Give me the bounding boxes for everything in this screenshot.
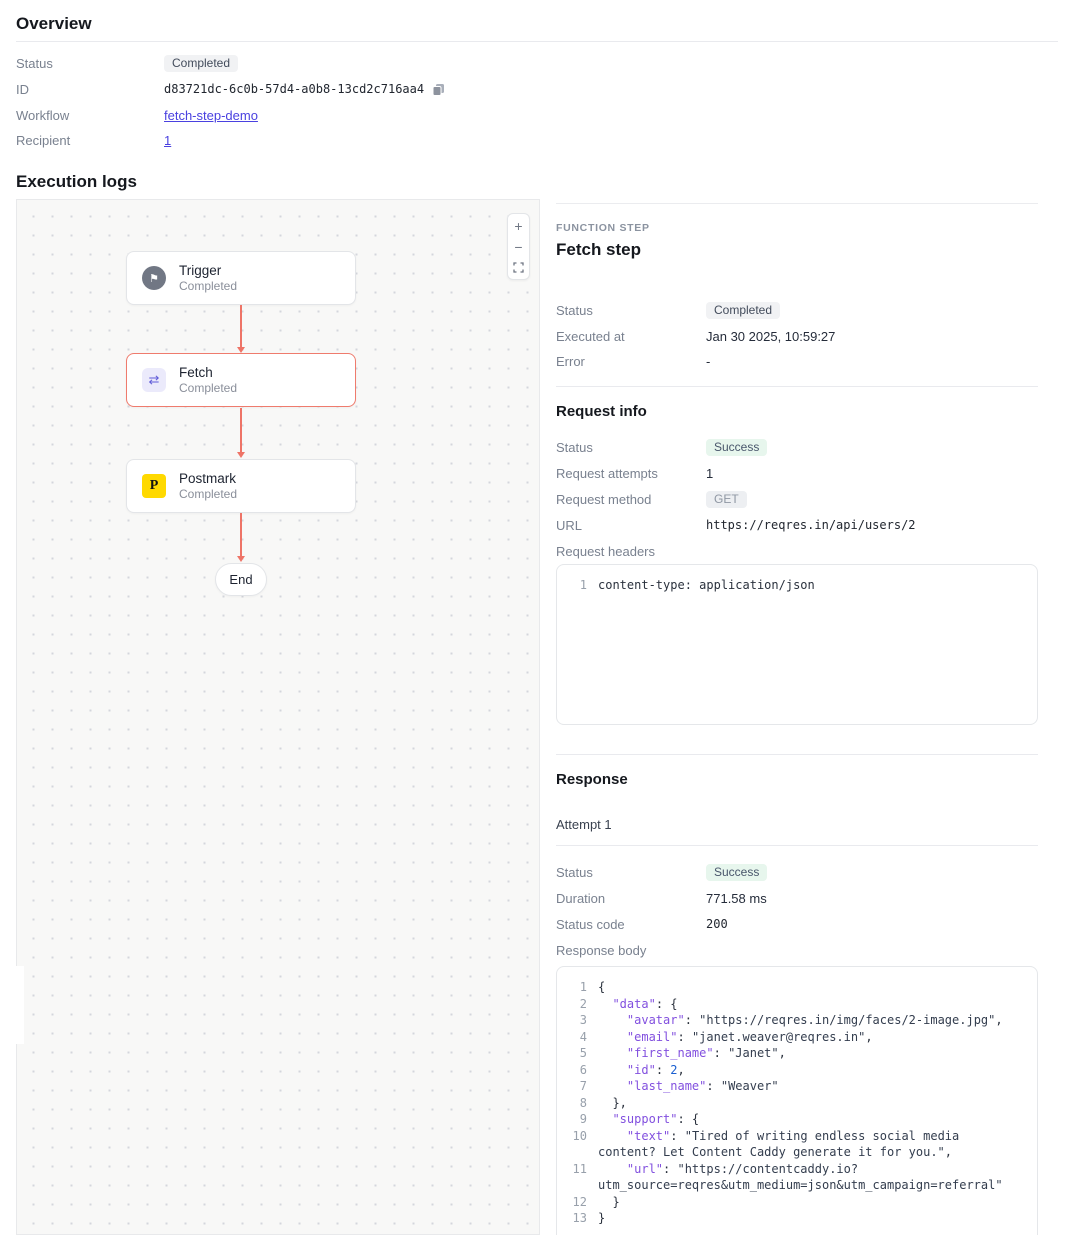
swap-arrows-icon: ⇄: [142, 368, 166, 392]
request-headers-label: Request headers: [556, 544, 706, 559]
request-headers-code-block[interactable]: 1content-type: application/json: [556, 564, 1038, 725]
workflow-canvas[interactable]: + − ⚑ Trigger Completed ⇄ Fetch Complete…: [16, 199, 540, 1235]
overview-workflow-row: Workflow fetch-step-demo: [16, 106, 258, 124]
edge-fetch-postmark: [240, 408, 242, 453]
duration-label: Duration: [556, 891, 706, 906]
executed-at-value: Jan 30 2025, 10:59:27: [706, 329, 835, 344]
minus-icon[interactable]: −: [508, 236, 529, 257]
overview-recipient-row: Recipient 1: [16, 131, 171, 149]
node-title: Fetch: [179, 365, 237, 380]
plus-icon[interactable]: +: [508, 215, 529, 236]
code-line: 1content-type: application/json: [569, 577, 1023, 594]
status-badge: Completed: [164, 55, 238, 72]
node-status: Completed: [179, 487, 237, 501]
recipient-link[interactable]: 1: [164, 133, 171, 148]
method-label: Request method: [556, 492, 706, 507]
edge-postmark-end: [240, 513, 242, 557]
divider: [556, 845, 1038, 846]
node-fetch[interactable]: ⇄ Fetch Completed: [126, 353, 356, 407]
node-postmark[interactable]: P Postmark Completed: [126, 459, 356, 513]
code-line: 2 "data": {: [569, 996, 1023, 1013]
code-line: 6 "id": 2,: [569, 1062, 1023, 1079]
step-type-label: FUNCTION STEP: [556, 222, 650, 234]
url-label: URL: [556, 518, 706, 533]
status-code-row: Status code 200: [556, 915, 728, 933]
status-code-value: 200: [706, 917, 728, 931]
duration-value: 771.58 ms: [706, 891, 767, 906]
code-line: 7 "last_name": "Weaver": [569, 1078, 1023, 1095]
method-badge: GET: [706, 491, 747, 508]
expand-icon[interactable]: [508, 257, 529, 278]
response-status-row: Status Success: [556, 863, 767, 881]
divider: [16, 41, 1058, 42]
request-status-row: Status Success: [556, 438, 767, 456]
attempt-label: Attempt 1: [556, 817, 612, 832]
status-label: Status: [556, 440, 706, 455]
response-body-label: Response body: [556, 943, 706, 958]
request-attempts-row: Request attempts 1: [556, 464, 713, 482]
url-value: https://reqres.in/api/users/2: [706, 518, 916, 532]
postmark-p-icon: P: [142, 474, 166, 498]
code-line: 12 }: [569, 1194, 1023, 1211]
copy-icon[interactable]: [432, 83, 445, 96]
response-body-code-block[interactable]: 1{2 "data": {3 "avatar": "https://reqres…: [556, 966, 1038, 1235]
canvas-left-overlay: [0, 966, 24, 1044]
workflow-label: Workflow: [16, 108, 164, 123]
node-status: Completed: [179, 279, 237, 293]
status-code-label: Status code: [556, 917, 706, 932]
attempts-value: 1: [706, 466, 713, 481]
edge-trigger-fetch: [240, 305, 242, 348]
code-line: 13}: [569, 1210, 1023, 1227]
overview-id-row: ID d83721dc-6c0b-57d4-a0b8-13cd2c716aa4: [16, 80, 445, 98]
divider: [556, 754, 1038, 755]
code-line: 9 "support": {: [569, 1111, 1023, 1128]
id-value: d83721dc-6c0b-57d4-a0b8-13cd2c716aa4: [164, 82, 424, 96]
overview-status-row: Status Completed: [16, 54, 238, 72]
step-title: Fetch step: [556, 240, 641, 260]
node-title: Postmark: [179, 471, 237, 486]
workflow-link[interactable]: fetch-step-demo: [164, 108, 258, 123]
code-line: 3 "avatar": "https://reqres.in/img/faces…: [569, 1012, 1023, 1029]
request-url-row: URL https://reqres.in/api/users/2: [556, 516, 916, 534]
error-label: Error: [556, 354, 706, 369]
code-line: 1{: [569, 979, 1023, 996]
id-label: ID: [16, 82, 164, 97]
node-title: Trigger: [179, 263, 237, 278]
executed-at-row: Executed at Jan 30 2025, 10:59:27: [556, 327, 835, 345]
attempts-label: Request attempts: [556, 466, 706, 481]
recipient-label: Recipient: [16, 133, 164, 148]
code-line: 4 "email": "janet.weaver@reqres.in",: [569, 1029, 1023, 1046]
request-headers-row: Request headers: [556, 542, 706, 560]
status-label: Status: [16, 56, 164, 71]
overview-title: Overview: [16, 14, 92, 34]
status-label: Status: [556, 865, 706, 880]
code-line: 8 },: [569, 1095, 1023, 1112]
code-line: 5 "first_name": "Janet",: [569, 1045, 1023, 1062]
code-line: 11 "url": "https://contentcaddy.io?utm_s…: [569, 1161, 1023, 1194]
response-title: Response: [556, 771, 628, 788]
code-line: 10 "text": "Tired of writing endless soc…: [569, 1128, 1023, 1161]
node-end: End: [215, 563, 267, 596]
step-detail-panel: FUNCTION STEP Fetch step Status Complete…: [556, 203, 1038, 1235]
flag-icon: ⚑: [142, 266, 166, 290]
node-trigger[interactable]: ⚑ Trigger Completed: [126, 251, 356, 305]
request-info-title: Request info: [556, 403, 647, 420]
divider: [556, 386, 1038, 387]
error-value: -: [706, 354, 710, 369]
executed-at-label: Executed at: [556, 329, 706, 344]
execution-logs-title: Execution logs: [16, 172, 137, 192]
step-status-row: Status Completed: [556, 301, 780, 319]
request-method-row: Request method GET: [556, 490, 747, 508]
duration-row: Duration 771.58 ms: [556, 889, 767, 907]
success-badge: Success: [706, 864, 767, 881]
execution-detail-page: Overview Status Completed ID d83721dc-6c…: [0, 0, 1075, 1235]
success-badge: Success: [706, 439, 767, 456]
status-badge: Completed: [706, 302, 780, 319]
error-row: Error -: [556, 352, 710, 370]
status-label: Status: [556, 303, 706, 318]
node-status: Completed: [179, 381, 237, 395]
response-body-row: Response body: [556, 941, 706, 959]
canvas-zoom-controls: + −: [507, 213, 530, 280]
